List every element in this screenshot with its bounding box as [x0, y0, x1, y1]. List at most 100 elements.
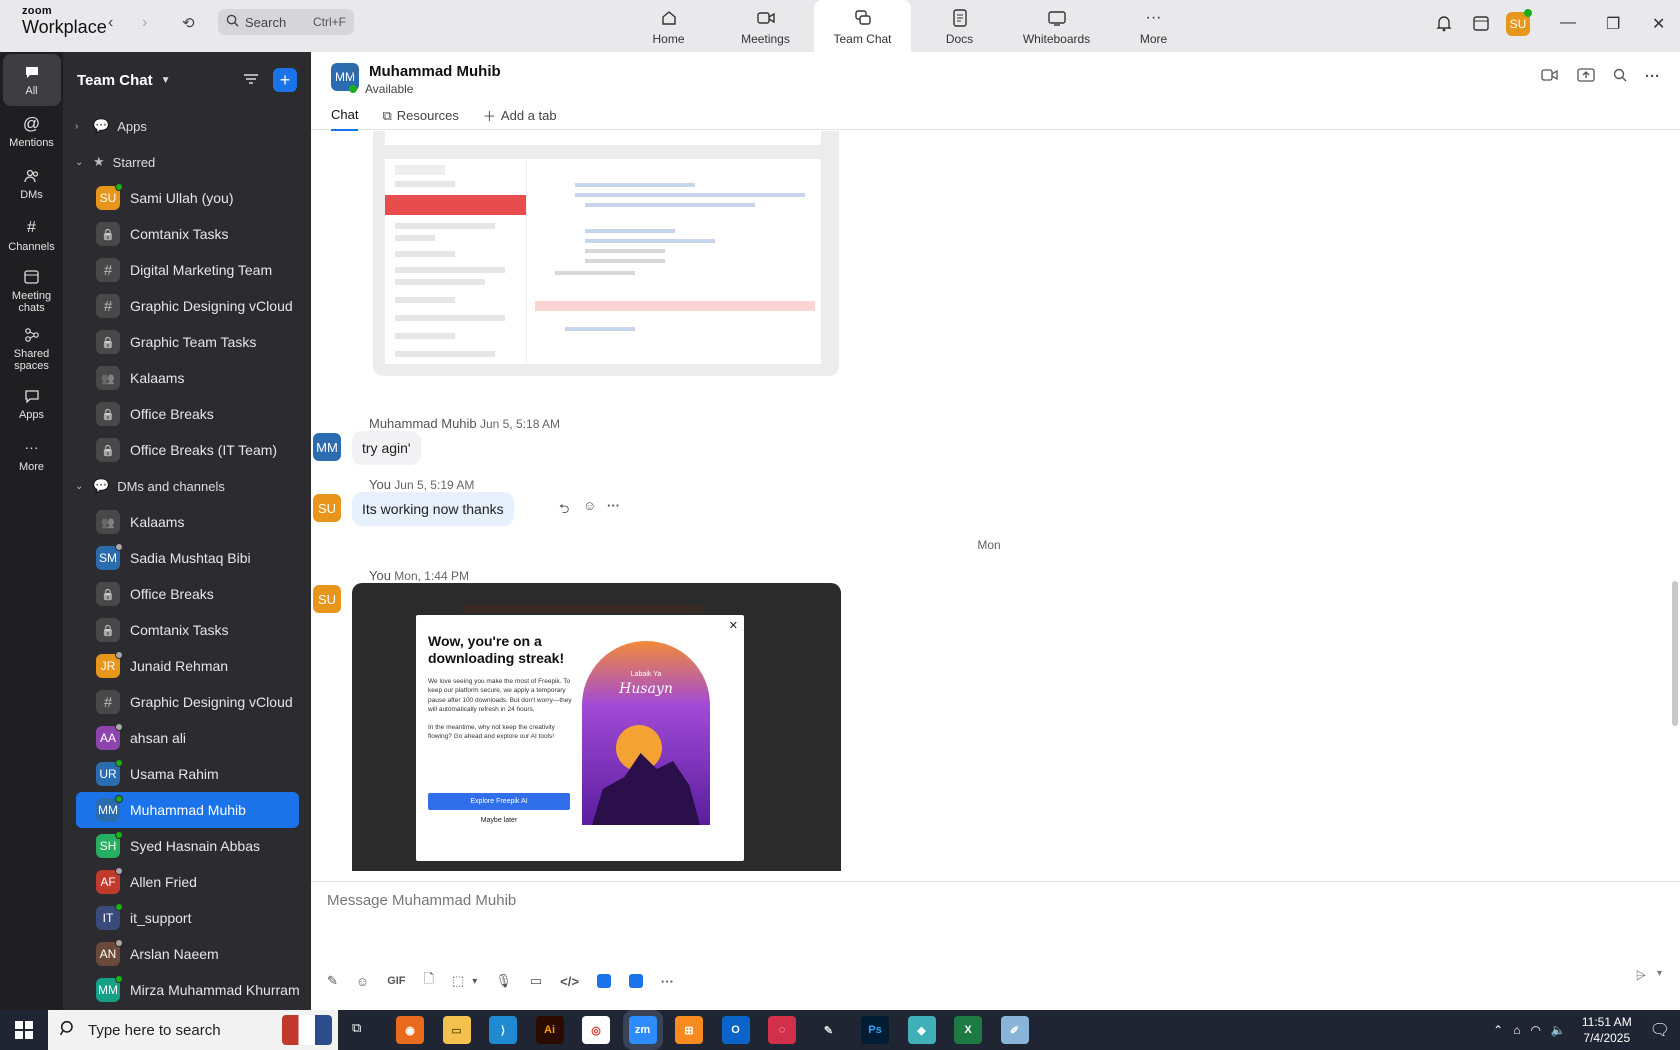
rail-apps[interactable]: Apps — [3, 378, 61, 430]
app-icon-1[interactable] — [596, 974, 611, 988]
forward-arrow-icon[interactable]: › — [142, 14, 147, 32]
code-icon[interactable]: </> — [560, 974, 579, 989]
msg1-bubble[interactable]: try agin' — [352, 431, 421, 465]
tab-resources[interactable]: ⧉ Resources — [382, 106, 458, 131]
screenshot-icon[interactable]: ⬚ — [452, 973, 464, 989]
gif-button[interactable]: GIF — [387, 975, 405, 987]
sidebar-item-graphic-designing-vcloud[interactable]: # Graphic Designing vCloud — [76, 684, 299, 720]
taskbar-creative-cloud-icon[interactable]: ◌ — [768, 1016, 796, 1044]
chevron-up-icon[interactable]: ⌃ — [1493, 1023, 1503, 1037]
message-scrollbar[interactable] — [1670, 131, 1678, 871]
taskbar-vs-code-icon[interactable]: ⟩ — [489, 1016, 517, 1044]
calendar-icon[interactable] — [1472, 14, 1490, 37]
sidebar-item-graphic-designing-vcloud[interactable]: # Graphic Designing vCloud — [76, 288, 299, 324]
sidebar-item-comtanix-tasks[interactable]: 🔒 Comtanix Tasks — [76, 216, 299, 252]
wifi-icon[interactable]: ◠ — [1530, 1023, 1540, 1037]
minimize-icon[interactable]: — — [1560, 14, 1576, 32]
close-icon[interactable]: ✕ — [1652, 14, 1665, 34]
sidebar-item-ahsan-ali[interactable]: AA ahsan ali — [76, 720, 299, 756]
sidebar-item-digital-marketing-team[interactable]: # Digital Marketing Team — [76, 252, 299, 288]
reply-icon[interactable]: ⮌ — [559, 500, 569, 522]
emoji-icon[interactable]: ☺ — [356, 974, 369, 989]
taskbar-file-explorer-icon[interactable]: ▭ — [442, 1016, 471, 1044]
chevron-down-icon[interactable]: ▾ — [1657, 968, 1662, 979]
msg3-avatar[interactable]: SU — [313, 585, 341, 613]
sidebar-item-graphic-team-tasks[interactable]: 🔒 Graphic Team Tasks — [76, 324, 299, 360]
volume-icon[interactable]: 🔈 — [1551, 1023, 1566, 1037]
taskbar-xampp-icon[interactable]: ⊞ — [675, 1016, 703, 1044]
nav-docs[interactable]: Docs — [911, 0, 1008, 52]
share-screen-icon[interactable] — [1577, 68, 1595, 86]
format-icon[interactable]: ✎ — [327, 973, 338, 989]
back-arrow-icon[interactable]: ‹ — [108, 14, 113, 32]
sidebar-item-office-breaks[interactable]: 🔒 Office Breaks — [76, 396, 299, 432]
msg2-avatar[interactable]: SU — [313, 494, 341, 522]
sidebar-item-sami-ullah-you[interactable]: SU Sami Ullah (you) — [76, 180, 299, 216]
sidebar-item-syed-hasnain-abbas[interactable]: SH Syed Hasnain Abbas — [76, 828, 299, 864]
msg1-avatar[interactable]: MM — [313, 433, 341, 461]
taskbar-outlook-icon[interactable]: O — [721, 1016, 750, 1044]
windows-start-icon[interactable] — [14, 1020, 34, 1043]
tab-chat[interactable]: Chat — [331, 106, 359, 131]
freepik-screenshot-image[interactable]: ✕ Wow, you're on a downloading streak! W… — [352, 583, 841, 871]
sidebar-item-it-support[interactable]: IT it_support — [76, 900, 299, 936]
rail-meeting-chats[interactable]: Meeting chats — [3, 262, 61, 320]
network-icon[interactable]: ⌂ — [1513, 1023, 1520, 1037]
taskbar-excel-icon[interactable]: X — [954, 1016, 982, 1044]
rail-mentions[interactable]: @ Mentions — [3, 106, 61, 158]
chevron-down-icon[interactable]: ▼ — [161, 75, 171, 86]
send-options-icon[interactable]: ⩥ — [1636, 968, 1646, 984]
sidebar-item-usama-rahim[interactable]: UR Usama Rahim — [76, 756, 299, 792]
taskbar-app-icon[interactable]: ◆ — [907, 1016, 936, 1044]
sidebar-item-mirza-muhammad-khurram[interactable]: MM Mirza Muhammad Khurram — [76, 972, 300, 1008]
nav-more[interactable]: ··· More — [1105, 0, 1202, 52]
history-icon[interactable]: ⟲ — [182, 14, 195, 32]
file-icon[interactable]: 🗋 — [424, 970, 434, 992]
rail-channels[interactable]: # Channels — [3, 210, 61, 262]
video-call-icon[interactable] — [1541, 68, 1559, 86]
taskbar-pen-icon[interactable]: ✎ — [814, 1016, 843, 1044]
nav-meetings[interactable]: Meetings — [717, 0, 814, 52]
sidebar-item-kalaams[interactable]: 👥 Kalaams — [76, 360, 299, 396]
sidebar-item-junaid-rehman[interactable]: JR Junaid Rehman — [76, 648, 299, 684]
taskbar-firefox-icon[interactable]: ◉ — [396, 1016, 424, 1044]
filter-icon[interactable] — [243, 73, 259, 88]
search-box[interactable]: Search Ctrl+F — [218, 9, 354, 35]
search-icon[interactable] — [1613, 68, 1627, 86]
section-starred[interactable]: ⌄ ★ Starred — [63, 144, 311, 180]
taskbar-illustrator-icon[interactable]: Ai — [535, 1016, 564, 1044]
rail-all[interactable]: All — [2, 54, 61, 106]
taskbar-notepad-icon[interactable]: ✐ — [1000, 1016, 1029, 1044]
new-chat-button[interactable]: + — [273, 68, 297, 92]
contact-name[interactable]: Muhammad Muhib — [369, 63, 501, 80]
sidebar-item-muhammad-muhib[interactable]: MM Muhammad Muhib — [76, 792, 299, 828]
taskbar-search[interactable]: Type here to search — [48, 1010, 338, 1050]
chevron-down-icon[interactable]: ▾ — [472, 976, 477, 987]
taskbar-photoshop-icon[interactable]: Ps — [861, 1016, 889, 1044]
app-icon-2[interactable] — [628, 974, 643, 988]
tab-add[interactable]: ＋ Add a tab — [483, 106, 557, 131]
notification-icon[interactable]: 🗨 — [1650, 1020, 1670, 1040]
message-input[interactable]: Message Muhammad Muhib — [327, 892, 516, 909]
rail-dms[interactable]: DMs — [3, 158, 61, 210]
rail-more[interactable]: ··· More — [3, 430, 61, 482]
scrollbar-thumb[interactable] — [1672, 581, 1678, 726]
sidebar-item-kalaams[interactable]: 👥 Kalaams — [76, 504, 299, 540]
task-view-icon[interactable]: ⧉ — [352, 1020, 361, 1036]
section-apps[interactable]: › 💬 Apps — [63, 108, 311, 144]
nav-home[interactable]: Home — [620, 0, 717, 52]
bell-icon[interactable] — [1436, 14, 1452, 37]
maximize-icon[interactable]: ❐ — [1606, 14, 1620, 34]
microphone-icon[interactable]: 🎙 — [495, 973, 512, 989]
nav-team-chat[interactable]: Team Chat — [814, 0, 911, 52]
emoji-react-icon[interactable]: ☺ — [583, 498, 596, 513]
sidebar-item-office-breaks-it-team[interactable]: 🔒 Office Breaks (IT Team) — [76, 432, 299, 468]
sidebar-item-sadia-mushtaq-bibi[interactable]: SM Sadia Mushtaq Bibi — [76, 540, 299, 576]
sidebar-item-allen-fried[interactable]: AF Allen Fried — [76, 864, 299, 900]
section-dms[interactable]: ⌄ 💬 DMs and channels — [63, 468, 311, 504]
sidebar-item-office-breaks[interactable]: 🔒 Office Breaks — [76, 576, 299, 612]
more-tools-icon[interactable]: ··· — [661, 974, 674, 989]
taskbar-chrome-icon[interactable]: ◎ — [582, 1016, 610, 1044]
star-outline-icon[interactable]: ☆ — [347, 62, 360, 80]
msg2-bubble[interactable]: Its working now thanks — [352, 492, 514, 526]
